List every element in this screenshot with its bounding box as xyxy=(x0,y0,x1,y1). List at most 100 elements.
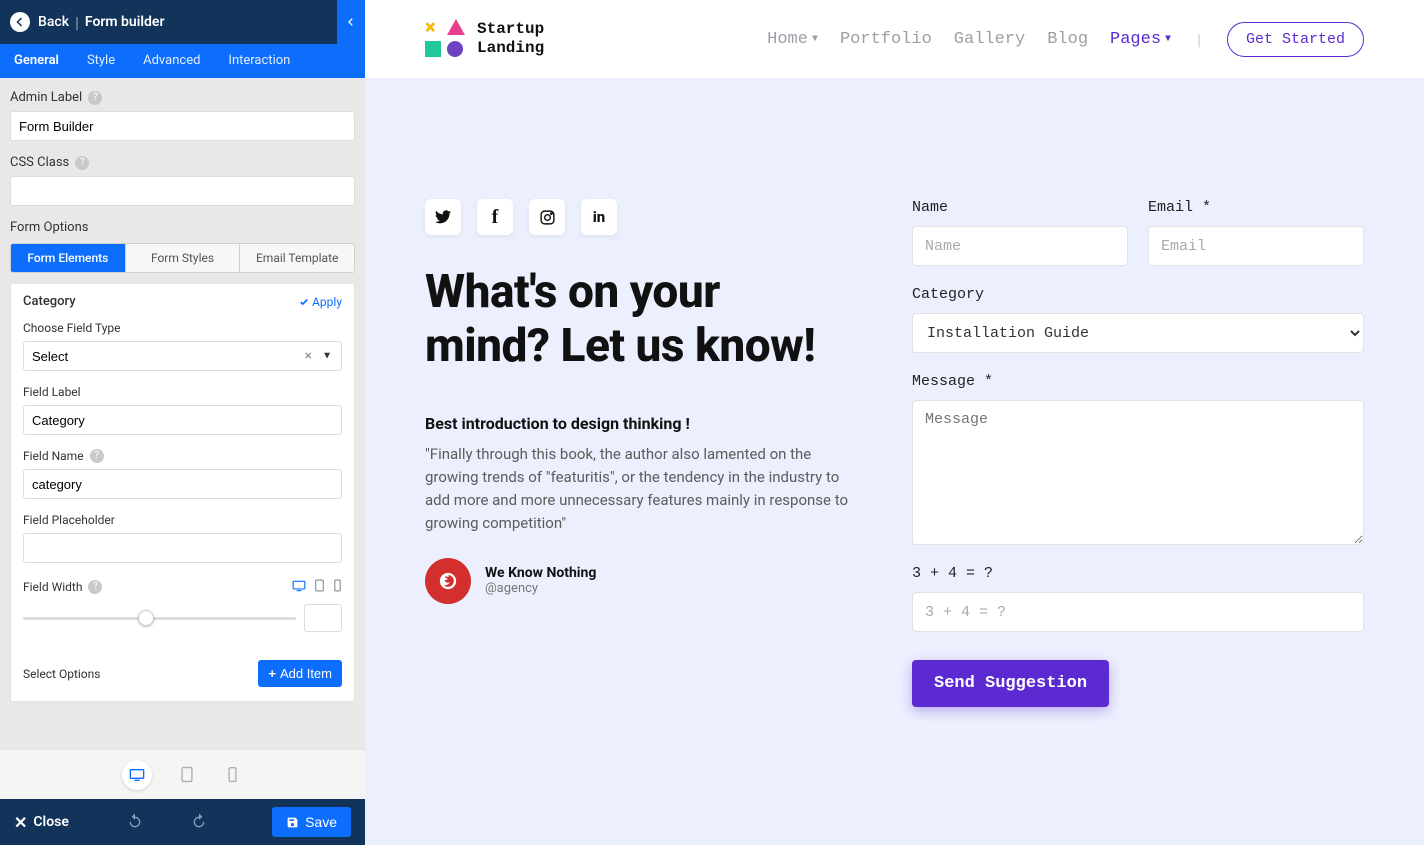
close-icon: ✕ xyxy=(14,813,27,832)
chevron-down-icon: ▼ xyxy=(812,34,818,45)
apply-button[interactable]: Apply xyxy=(299,295,342,309)
nav-pages-label: Pages xyxy=(1110,30,1161,49)
testimonial-text: "Finally through this book, the author a… xyxy=(425,443,852,536)
field-name-input[interactable] xyxy=(23,469,342,499)
field-placeholder-label: Field Placeholder xyxy=(23,513,342,527)
css-class-input[interactable] xyxy=(10,176,355,206)
subtab-form-styles[interactable]: Form Styles xyxy=(126,244,241,272)
nav-portfolio[interactable]: Portfolio xyxy=(840,30,932,49)
message-label: Message * xyxy=(912,373,1364,390)
back-label[interactable]: Back xyxy=(38,14,69,30)
slider-track[interactable] xyxy=(23,617,296,620)
panel-title: Form builder xyxy=(85,14,165,30)
apply-label: Apply xyxy=(312,295,342,309)
help-icon[interactable]: ? xyxy=(88,580,102,594)
site-header: × Startup Landing Home ▼ Portfolio Galle… xyxy=(365,0,1424,79)
tab-general[interactable]: General xyxy=(0,44,73,78)
logo-line1: Startup xyxy=(477,20,544,39)
device-mobile-icon[interactable] xyxy=(222,764,244,786)
name-input[interactable] xyxy=(912,226,1128,266)
tablet-icon[interactable] xyxy=(314,577,325,596)
linkedin-icon[interactable]: in xyxy=(581,199,617,235)
tab-interaction[interactable]: Interaction xyxy=(214,44,304,78)
subtab-email-template[interactable]: Email Template xyxy=(240,244,354,272)
slider-handle[interactable] xyxy=(138,610,154,626)
admin-label-input[interactable] xyxy=(10,111,355,141)
field-placeholder-input[interactable] xyxy=(23,533,342,563)
help-icon[interactable]: ? xyxy=(90,449,104,463)
mobile-icon[interactable] xyxy=(333,577,342,596)
field-label-label: Field Label xyxy=(23,385,342,399)
submit-button[interactable]: Send Suggestion xyxy=(912,660,1109,707)
twitter-icon[interactable] xyxy=(425,199,461,235)
back-button[interactable] xyxy=(10,12,30,32)
device-desktop-icon[interactable] xyxy=(122,760,152,790)
chevron-down-icon[interactable]: ▼ xyxy=(322,351,332,362)
subtab-form-elements[interactable]: Form Elements xyxy=(11,244,126,272)
tab-style[interactable]: Style xyxy=(73,44,129,78)
nav-gallery[interactable]: Gallery xyxy=(954,30,1025,49)
admin-label-label: Admin Label ? xyxy=(10,90,355,105)
css-class-text: CSS Class xyxy=(10,155,69,170)
preview-canvas: × Startup Landing Home ▼ Portfolio Galle… xyxy=(365,0,1424,845)
instagram-icon[interactable] xyxy=(529,199,565,235)
logo-shape-x: × xyxy=(425,21,441,37)
logo-shape-circle xyxy=(447,41,463,57)
select-options-label: Select Options xyxy=(23,667,100,681)
help-icon[interactable]: ? xyxy=(75,156,89,170)
css-class-label: CSS Class ? xyxy=(10,155,355,170)
plus-icon: + xyxy=(268,666,276,681)
field-type-select[interactable]: × ▼ xyxy=(23,341,342,371)
help-icon[interactable]: ? xyxy=(88,91,102,105)
nav-home-label: Home xyxy=(767,30,808,49)
category-label: Category xyxy=(912,286,1364,303)
site-logo[interactable]: × Startup Landing xyxy=(425,19,544,59)
field-card: Category Apply Choose Field Type × ▼ Fie… xyxy=(10,283,355,702)
panel-header: Back | Form builder xyxy=(0,0,365,44)
slider-value-input[interactable] xyxy=(304,604,342,632)
page-body: f in What's on your mind? Let us know! B… xyxy=(365,79,1424,747)
captcha-input[interactable] xyxy=(912,592,1364,632)
panel-scroll[interactable]: Admin Label ? CSS Class ? Form Options F… xyxy=(0,78,365,845)
close-button[interactable]: ✕ Close xyxy=(14,813,69,832)
field-type-input[interactable] xyxy=(23,341,342,371)
save-button[interactable]: Save xyxy=(272,807,351,837)
field-name-text: Field Name xyxy=(23,449,84,463)
nav-blog[interactable]: Blog xyxy=(1047,30,1088,49)
nav-pages[interactable]: Pages ▼ xyxy=(1110,30,1171,49)
undo-button[interactable] xyxy=(127,812,143,832)
device-tablet-icon[interactable] xyxy=(176,764,198,786)
panel-footer: ✕ Close Save xyxy=(0,799,365,845)
facebook-icon[interactable]: f xyxy=(477,199,513,235)
card-title: Category xyxy=(23,294,76,309)
tab-advanced[interactable]: Advanced xyxy=(129,44,214,78)
logo-shape-square xyxy=(425,41,441,57)
width-slider xyxy=(23,604,342,632)
message-input[interactable] xyxy=(912,400,1364,545)
clear-icon[interactable]: × xyxy=(305,348,312,364)
avatar xyxy=(425,558,471,604)
get-started-button[interactable]: Get Started xyxy=(1227,22,1364,57)
select-options-row: Select Options + Add Item xyxy=(23,650,342,687)
author: We Know Nothing @agency xyxy=(425,558,852,604)
name-label: Name xyxy=(912,199,1128,216)
category-select[interactable]: Installation Guide xyxy=(912,313,1364,353)
headline: What's on your mind? Let us know! xyxy=(425,265,852,374)
nav-home[interactable]: Home ▼ xyxy=(767,30,818,49)
field-label-input[interactable] xyxy=(23,405,342,435)
contact-form: Name Email * Category Installation Guide… xyxy=(912,199,1364,707)
email-input[interactable] xyxy=(1148,226,1364,266)
author-name: We Know Nothing xyxy=(485,565,596,581)
field-width-label: Field Width ? xyxy=(23,580,102,594)
form-options-label: Form Options xyxy=(10,220,355,235)
admin-label-text: Admin Label xyxy=(10,90,82,105)
add-item-button[interactable]: + Add Item xyxy=(258,660,342,687)
choose-field-type-label: Choose Field Type xyxy=(23,321,342,335)
captcha-label: 3 + 4 = ? xyxy=(912,565,1364,582)
panel-body: Admin Label ? CSS Class ? Form Options F… xyxy=(0,78,365,845)
field-width-row: Field Width ? xyxy=(23,577,342,596)
desktop-icon[interactable] xyxy=(292,577,306,596)
redo-button[interactable] xyxy=(191,812,207,832)
collapse-button[interactable] xyxy=(337,0,365,44)
responsive-device-toggles xyxy=(292,577,342,596)
